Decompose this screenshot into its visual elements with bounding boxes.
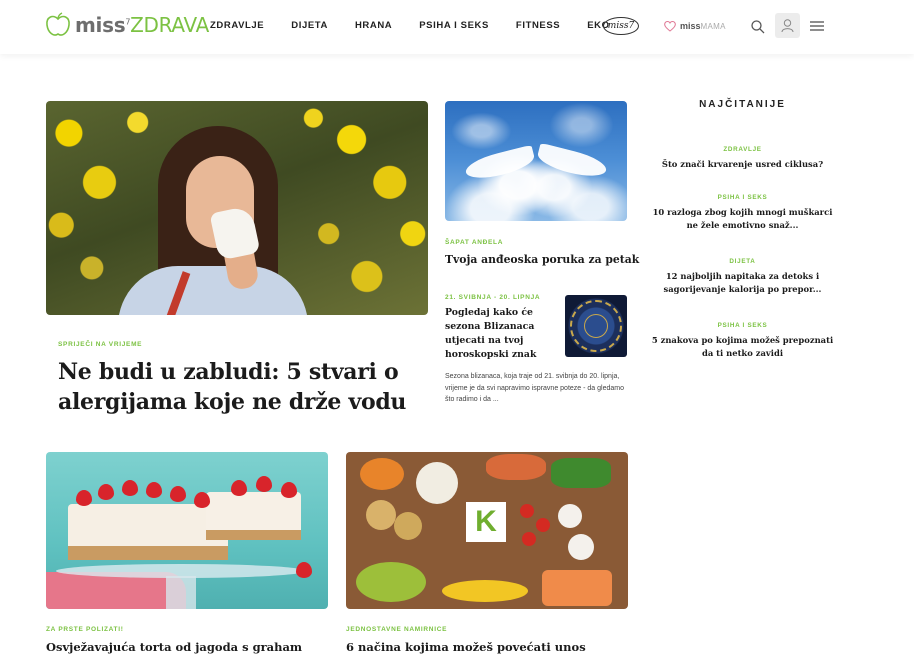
site-header: miss7ZDRAVA ZDRAVLJE DIJETA HRANA PSIHA …	[0, 0, 914, 54]
most-read-category[interactable]: PSIHA I SEKS	[650, 194, 835, 201]
potato	[366, 500, 396, 530]
food-title[interactable]: 6 načina kojima možeš povećati unos	[346, 640, 586, 654]
salmon	[486, 454, 546, 480]
tomato	[522, 532, 536, 546]
cake-crust	[68, 546, 228, 560]
nav-item-dijeta[interactable]: DIJETA	[291, 20, 328, 31]
avocado	[356, 562, 426, 602]
wing-left	[463, 144, 537, 184]
most-read-title[interactable]: 12 najboljih napitaka za detoks i sagori…	[650, 270, 835, 296]
main-nav: ZDRAVLJE DIJETA HRANA PSIHA I SEKS FITNE…	[210, 20, 637, 31]
beans	[416, 462, 458, 504]
menu-icon[interactable]	[810, 20, 824, 32]
zodiac-inner	[584, 314, 608, 338]
blizanci-category[interactable]: 21. SVIBNJA - 20. LIPNJA	[445, 294, 540, 301]
missmama-b: MAMA	[700, 21, 726, 31]
vitamin-k-badge: K	[466, 502, 506, 542]
strawberry	[170, 486, 186, 502]
strawberry	[296, 562, 312, 578]
most-read-heading: NAJČITANIJE	[699, 99, 786, 110]
tomato	[520, 504, 534, 518]
logo-text: miss7ZDRAVA	[75, 13, 209, 37]
angel-category[interactable]: ŠAPAT ANĐELA	[445, 239, 503, 246]
most-read-title[interactable]: 5 znakova po kojima možeš prepoznati da …	[650, 334, 835, 360]
most-read-item[interactable]: PSIHA I SEKS 5 znakova po kojima možeš p…	[650, 322, 835, 360]
tomato	[536, 518, 550, 532]
strawberry	[256, 476, 272, 492]
greens	[551, 458, 611, 488]
most-read-item[interactable]: DIJETA 12 najboljih napitaka za detoks i…	[650, 258, 835, 296]
food-article-image[interactable]: K	[346, 452, 628, 609]
most-read-title[interactable]: Što znači krvarenje usred ciklusa?	[650, 158, 835, 171]
mushroom	[558, 504, 582, 528]
food-category[interactable]: JEDNOSTAVNE NAMIRNICE	[346, 626, 447, 633]
strawberry	[231, 480, 247, 496]
cake-article-image[interactable]	[46, 452, 328, 609]
zodiac-image[interactable]	[565, 295, 627, 357]
blizanci-excerpt: Sezona blizanaca, koja traje od 21. svib…	[445, 373, 624, 403]
strawberry	[281, 482, 297, 498]
banana	[442, 580, 528, 602]
nav-item-fitness[interactable]: FITNESS	[516, 20, 560, 31]
potato	[394, 512, 422, 540]
nav-item-zdravlje[interactable]: ZDRAVLJE	[210, 20, 264, 31]
blizanci-title[interactable]: Pogledaj kako će sezona Blizanaca utjeca…	[445, 306, 560, 362]
apricots	[360, 458, 404, 490]
apple-logo-icon	[46, 12, 70, 36]
cake-stand-leg	[166, 576, 196, 609]
most-read-category[interactable]: DIJETA	[650, 258, 835, 265]
most-read-title[interactable]: 10 razloga zbog kojih mnogi muškarci ne …	[650, 206, 835, 232]
miss7-link[interactable]: miss7	[603, 17, 639, 35]
angel-article-image[interactable]	[445, 101, 627, 221]
cake-slice-crust	[206, 530, 301, 540]
most-read-item[interactable]: ZDRAVLJE Što znači krvarenje usred ciklu…	[650, 146, 835, 171]
most-read-item[interactable]: PSIHA I SEKS 10 razloga zbog kojih mnogi…	[650, 194, 835, 232]
woman-body	[118, 266, 308, 315]
hero-category[interactable]: SPRIJEČI NA VRIJEME	[58, 341, 142, 348]
most-read-category[interactable]: PSIHA I SEKS	[650, 322, 835, 329]
mushroom	[568, 534, 594, 560]
heart-icon	[664, 21, 676, 32]
nav-item-psiha-i-seks[interactable]: PSIHA I SEKS	[419, 20, 489, 31]
user-button[interactable]	[775, 13, 800, 38]
nav-item-hrana[interactable]: HRANA	[355, 20, 392, 31]
cake-category[interactable]: ZA PRSTE POLIZATI!	[46, 626, 124, 633]
strawberry	[194, 492, 210, 508]
wing-right	[535, 142, 609, 182]
strawberry	[146, 482, 162, 498]
strawberry	[76, 490, 92, 506]
missmama-a: miss	[680, 21, 701, 31]
search-icon[interactable]	[750, 19, 766, 35]
logo-miss: miss	[75, 13, 126, 37]
logo-zdrava: ZDRAVA	[130, 13, 209, 37]
strawberry	[122, 480, 138, 496]
missmama-link[interactable]: miss MAMA	[663, 19, 726, 33]
strawberry	[98, 484, 114, 500]
site-logo[interactable]: miss7ZDRAVA	[44, 12, 209, 38]
salmon-fillet	[542, 570, 612, 606]
hero-article-image[interactable]	[46, 101, 428, 315]
angel-title[interactable]: Tvoja anđeoska poruka za petak	[445, 253, 639, 266]
cake-title[interactable]: Osvježavajuća torta od jagoda s graham	[46, 640, 302, 654]
user-icon	[781, 19, 794, 33]
most-read-category[interactable]: ZDRAVLJE	[650, 146, 835, 153]
hero-title[interactable]: Ne budi u zabludi: 5 stvari o alergijama…	[58, 357, 418, 417]
